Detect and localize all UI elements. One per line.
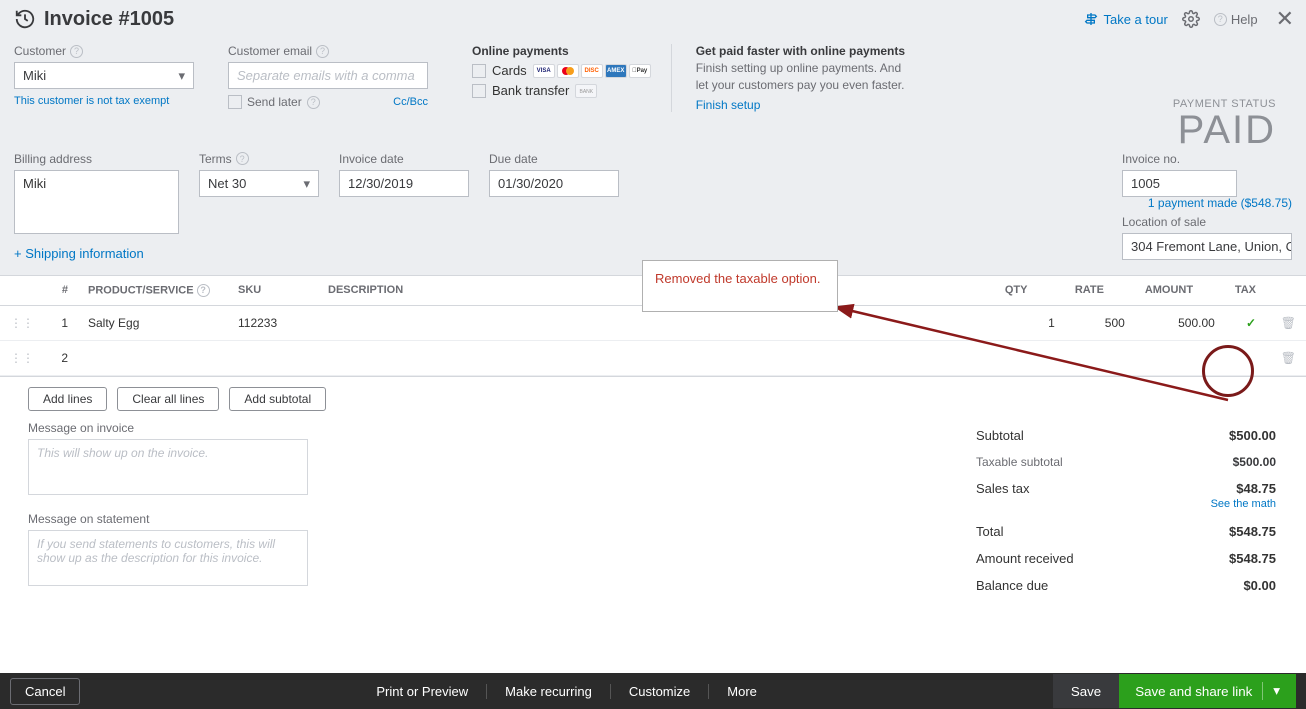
due-date-input[interactable]: 01/30/2020 — [489, 170, 619, 197]
drag-handle-icon[interactable]: ⋮⋮ — [0, 305, 44, 340]
see-the-math-link[interactable]: See the math — [976, 498, 1276, 510]
print-preview-button[interactable]: Print or Preview — [358, 684, 487, 699]
invoice-no-label: Invoice no. — [1122, 152, 1292, 166]
visa-icon: VISA — [533, 64, 555, 78]
billing-address-input[interactable]: Miki — [14, 170, 179, 234]
amex-icon: AMEX — [605, 64, 627, 78]
cards-option[interactable]: Cards VISA DISC AMEX Pay — [472, 63, 651, 78]
add-lines-button[interactable]: Add lines — [28, 387, 107, 411]
location-input[interactable]: 304 Fremont Lane, Union, CA, 945 — [1122, 233, 1292, 260]
due-date-label: Due date — [489, 152, 619, 166]
invoice-date-input[interactable]: 12/30/2019 — [339, 170, 469, 197]
customer-select[interactable]: Miki — [14, 62, 194, 89]
more-button[interactable]: More — [709, 684, 775, 699]
online-payments-promo-title: Get paid faster with online payments — [696, 44, 906, 58]
payments-made-link[interactable]: 1 payment made ($548.75) — [1148, 196, 1292, 210]
message-statement-label: Message on statement — [28, 512, 302, 526]
customer-label: Customer? — [14, 44, 204, 58]
line-product[interactable] — [78, 340, 228, 375]
totals-panel: Subtotal$500.00 Taxable subtotal$500.00 … — [976, 422, 1276, 599]
line-sku[interactable] — [228, 340, 318, 375]
line-sku[interactable]: 112233 — [228, 305, 318, 340]
line-number: 1 — [44, 305, 78, 340]
message-invoice-input[interactable] — [28, 439, 308, 495]
cancel-button[interactable]: Cancel — [10, 678, 80, 705]
cc-bcc-link[interactable]: Cc/Bcc — [393, 96, 428, 108]
customer-email-label: Customer email? — [228, 44, 448, 58]
apple-pay-icon: Pay — [629, 64, 651, 78]
line-number: 2 — [44, 340, 78, 375]
clear-lines-button[interactable]: Clear all lines — [117, 387, 219, 411]
make-recurring-button[interactable]: Make recurring — [487, 684, 611, 699]
history-icon — [14, 8, 36, 30]
finish-setup-link[interactable]: Finish setup — [696, 98, 761, 112]
checkbox-icon — [472, 64, 486, 78]
terms-label: Terms? — [199, 152, 319, 166]
chevron-down-icon[interactable]: ▾ — [1262, 682, 1280, 700]
take-a-tour-link[interactable]: Take a tour — [1083, 11, 1167, 27]
payment-status: PAYMENT STATUS PAID — [1173, 98, 1276, 150]
customize-button[interactable]: Customize — [611, 684, 709, 699]
discover-icon: DISC — [581, 64, 603, 78]
close-icon[interactable]: ✕ — [1272, 6, 1294, 32]
invoice-date-label: Invoice date — [339, 152, 469, 166]
titlebar: Invoice #1005 Take a tour ? Help ✕ — [0, 0, 1306, 36]
page-title: Invoice #1005 — [44, 8, 174, 31]
shipping-info-link[interactable]: + Shipping information — [14, 246, 144, 261]
save-button[interactable]: Save — [1053, 674, 1119, 708]
save-share-button[interactable]: Save and share link▾ — [1119, 674, 1296, 708]
delete-line-icon[interactable]: 🗑 — [1266, 340, 1306, 375]
message-invoice-label: Message on invoice — [28, 421, 302, 435]
location-label: Location of sale — [1122, 215, 1292, 229]
invoice-no-input[interactable]: 1005 — [1122, 170, 1237, 197]
annotation-callout: Removed the taxable option. — [642, 260, 838, 312]
tax-exempt-note[interactable]: This customer is not tax exempt — [14, 95, 169, 107]
line-product[interactable]: Salty Egg — [78, 305, 228, 340]
terms-select[interactable]: Net 30 — [199, 170, 319, 197]
billing-address-label: Billing address — [14, 152, 179, 166]
bank-transfer-option[interactable]: Bank transfer BANK — [472, 83, 651, 98]
online-payments-promo-body: Finish setting up online payments. And l… — [696, 60, 906, 94]
customer-email-input[interactable] — [228, 62, 428, 89]
signpost-icon — [1083, 11, 1099, 27]
help-link[interactable]: ? Help — [1214, 12, 1258, 27]
invoice-header: Customer? Miki This customer is not tax … — [0, 36, 1306, 275]
help-circle-icon: ? — [1214, 13, 1227, 26]
annotation-arrow — [838, 300, 1248, 420]
drag-handle-icon[interactable]: ⋮⋮ — [0, 340, 44, 375]
online-payments-heading: Online payments — [472, 44, 651, 58]
checkbox-icon — [472, 84, 486, 98]
message-statement-input[interactable] — [28, 530, 308, 586]
mastercard-icon — [557, 64, 579, 78]
gear-icon[interactable] — [1182, 10, 1200, 28]
add-subtotal-button[interactable]: Add subtotal — [229, 387, 326, 411]
bank-icon: BANK — [575, 84, 597, 98]
footer-bar: Cancel Print or Preview Make recurring C… — [0, 673, 1306, 709]
delete-line-icon[interactable]: 🗑 — [1266, 305, 1306, 340]
checkbox-icon — [228, 95, 242, 109]
send-later-checkbox[interactable]: Send later ? — [228, 95, 320, 109]
